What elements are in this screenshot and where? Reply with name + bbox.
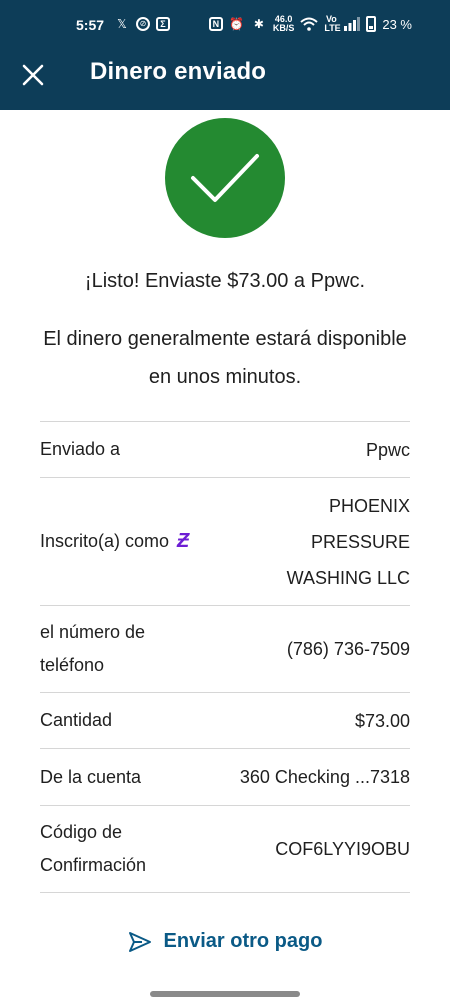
detail-row-confirmation-code: Código de Confirmación COF6LYYI9OBU [40, 806, 410, 893]
home-indicator[interactable] [150, 991, 300, 997]
app-notification-icon: ⊘ [136, 17, 150, 31]
status-bar: 5:57 𝕏 ⊘ Σ N ⏰ ✱ 46.0 KB/S Vo LTE 23 % [0, 0, 450, 50]
volte-label: Vo LTE [324, 14, 341, 33]
detail-row-account: De la cuenta 360 Checking ...7318 [40, 749, 410, 806]
send-another-payment-button[interactable]: Enviar otro pago [0, 930, 450, 953]
page-title: Dinero enviado [90, 58, 267, 85]
confirmation-message: ¡Listo! Enviaste $73.00 a Ppwc. [84, 270, 366, 292]
network-speed: 46.0 KB/S [272, 14, 295, 33]
notification-icons: 𝕏 ⊘ Σ [114, 16, 170, 32]
signal-icon [344, 17, 361, 31]
send-icon [128, 931, 151, 952]
app-e-icon: Σ [156, 17, 170, 31]
detail-row-amount: Cantidad $73.00 [40, 693, 410, 749]
battery-percent: 23 % [382, 16, 412, 32]
bluetooth-icon: ✱ [253, 17, 264, 31]
app-header: 5:57 𝕏 ⊘ Σ N ⏰ ✱ 46.0 KB/S Vo LTE 23 % D… [0, 0, 450, 110]
detail-label: Cantidad [40, 710, 113, 730]
detail-label: De la cuenta [40, 766, 142, 787]
enrolled-name-value: PHOENIX PRESSURE WASHING LLC [286, 495, 410, 588]
transaction-details: Enviado a Ppwc Inscrito(a) como Ƶ PHOENI… [40, 421, 410, 893]
detail-label: Inscrito(a) como [40, 531, 170, 551]
success-check-icon [165, 118, 285, 238]
detail-row-enrolled-as: Inscrito(a) como Ƶ PHOENIX PRESSURE WASH… [40, 478, 410, 606]
zelle-icon: Ƶ [177, 530, 190, 552]
confirmation-code-value: COF6LYYI9OBU [275, 839, 410, 859]
detail-label: el número de teléfono [40, 622, 146, 675]
amount-value: $73.00 [354, 710, 410, 731]
system-icons: N ⏰ ✱ 46.0 KB/S Vo LTE 23 % [208, 14, 412, 33]
alarm-icon: ⏰ [229, 17, 245, 31]
detail-row-phone: el número de teléfono (786) 736-7509 [40, 606, 410, 693]
nfc-icon: N [208, 17, 223, 31]
detail-row-sent-to: Enviado a Ppwc [40, 422, 410, 478]
close-icon [22, 64, 44, 86]
account-value: 360 Checking ...7318 [239, 767, 410, 787]
availability-message: El dinero generalmente estará disponible… [43, 328, 407, 388]
recipient-value: Ppwc [365, 439, 410, 460]
send-another-label: Enviar otro pago [163, 930, 323, 952]
phone-value: (786) 736-7509 [286, 639, 410, 659]
x-app-icon: 𝕏 [117, 17, 127, 31]
detail-label: Enviado a [40, 439, 121, 459]
close-button[interactable] [14, 56, 52, 94]
detail-label-enrolled: Inscrito(a) como Ƶ [40, 525, 189, 558]
wifi-icon [300, 17, 319, 31]
status-time: 5:57 [76, 17, 105, 33]
battery-icon [366, 16, 377, 32]
detail-label: Código de Confirmación [40, 822, 147, 875]
